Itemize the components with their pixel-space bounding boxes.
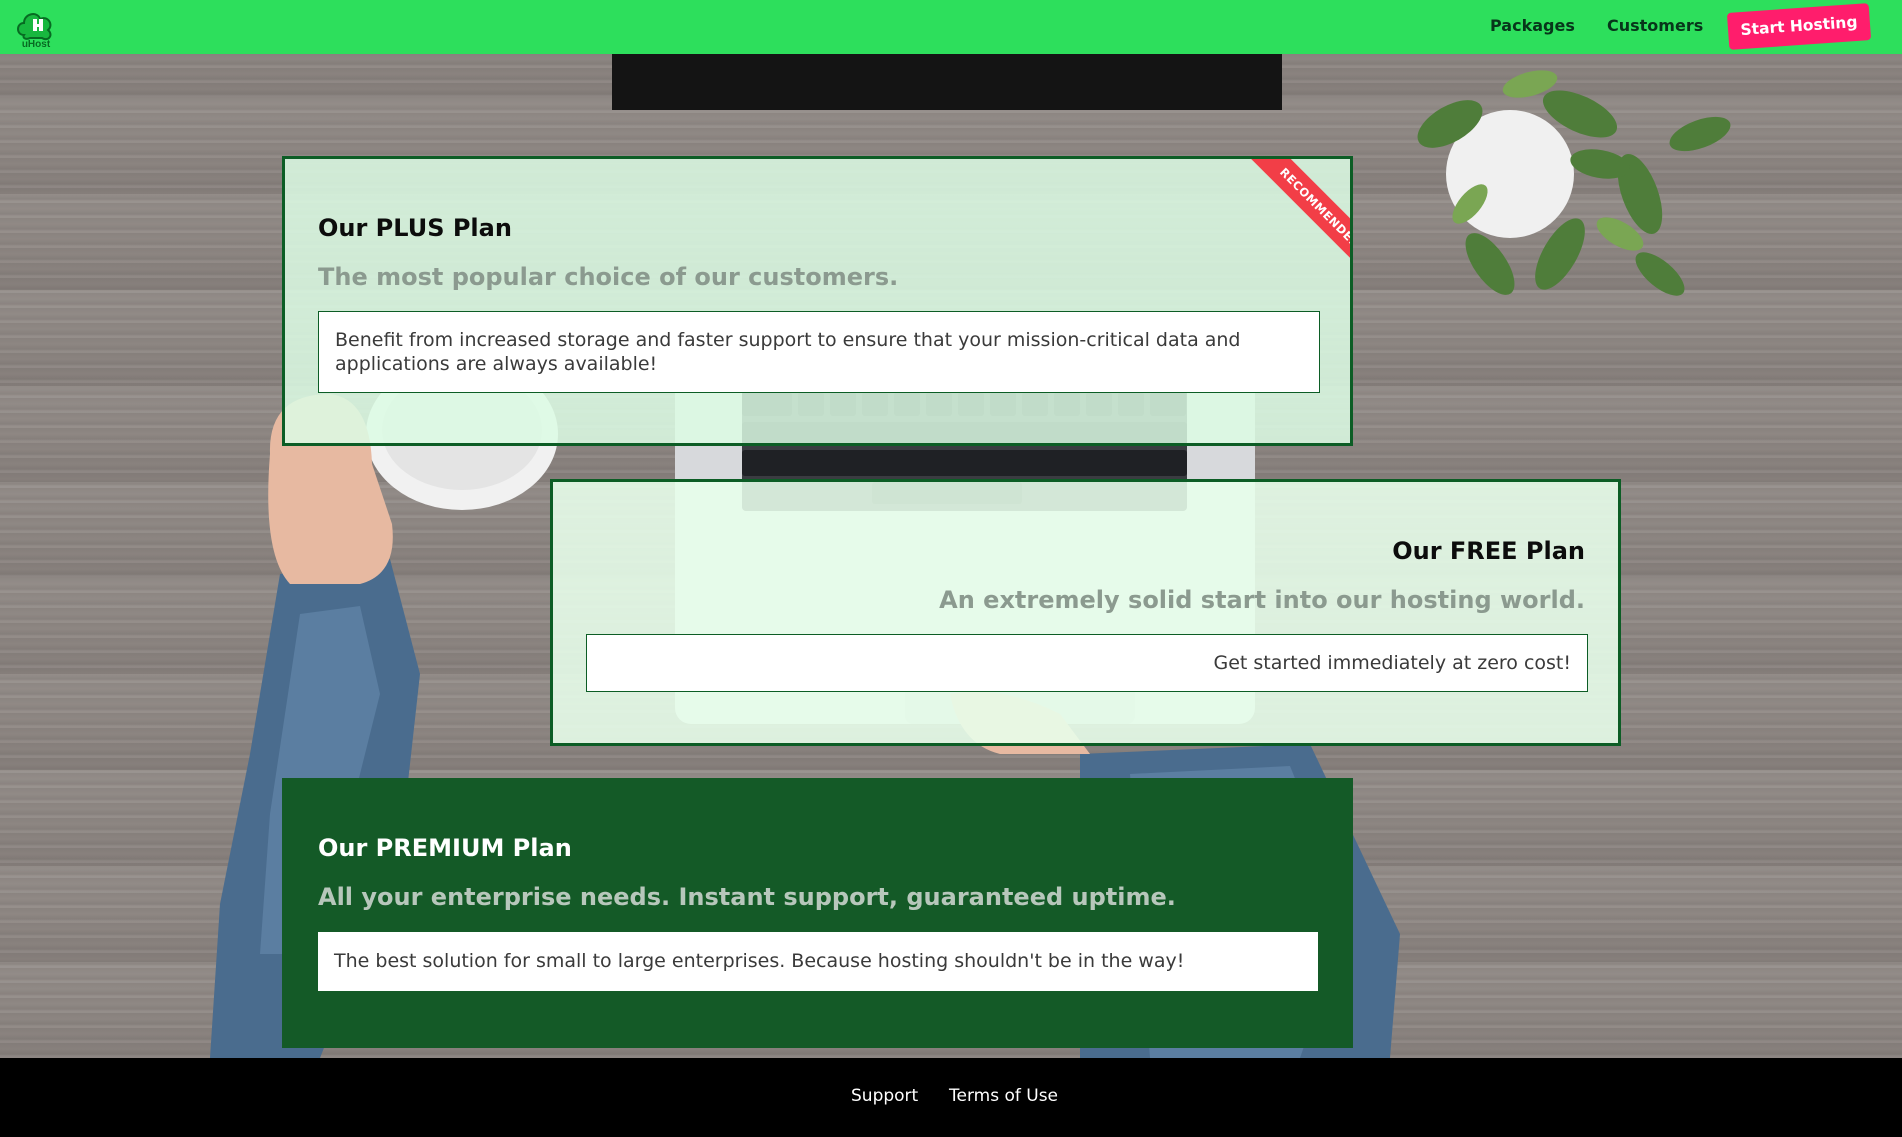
- hero-background: Our PLUS Plan The most popular choice of…: [0, 54, 1902, 1058]
- nav-customers-link[interactable]: Customers: [1607, 16, 1703, 35]
- plan-subtitle: The most popular choice of our customers…: [318, 263, 899, 291]
- logo-text: uHost: [22, 39, 51, 49]
- free-plan-card[interactable]: Our FREE Plan An extremely solid start i…: [550, 479, 1621, 746]
- site-header: uHost Packages Customers Start Hosting: [0, 0, 1902, 54]
- plan-subtitle: An extremely solid start into our hostin…: [939, 586, 1585, 614]
- uhost-logo[interactable]: uHost: [14, 5, 58, 50]
- plus-plan-card[interactable]: Our PLUS Plan The most popular choice of…: [282, 156, 1353, 446]
- site-footer: Support Terms of Use: [0, 1058, 1902, 1137]
- plan-description: The best solution for small to large ent…: [318, 932, 1318, 991]
- plan-title: Our FREE Plan: [1392, 537, 1585, 565]
- start-hosting-button[interactable]: Start Hosting: [1726, 3, 1872, 50]
- plan-title: Our PREMIUM Plan: [318, 834, 572, 862]
- premium-plan-card[interactable]: Our PREMIUM Plan All your enterprise nee…: [282, 778, 1353, 1048]
- plan-description: Benefit from increased storage and faste…: [318, 311, 1320, 393]
- nav-packages-link[interactable]: Packages: [1490, 16, 1575, 35]
- footer-support-link[interactable]: Support: [851, 1086, 918, 1106]
- recommended-ribbon: RECOMMENDED: [1233, 159, 1350, 276]
- plan-description: Get started immediately at zero cost!: [586, 634, 1588, 692]
- plan-title: Our PLUS Plan: [318, 214, 512, 242]
- footer-terms-link[interactable]: Terms of Use: [949, 1086, 1058, 1106]
- recommended-badge: RECOMMENDED: [1249, 159, 1350, 276]
- plan-subtitle: All your enterprise needs. Instant suppo…: [318, 883, 1176, 911]
